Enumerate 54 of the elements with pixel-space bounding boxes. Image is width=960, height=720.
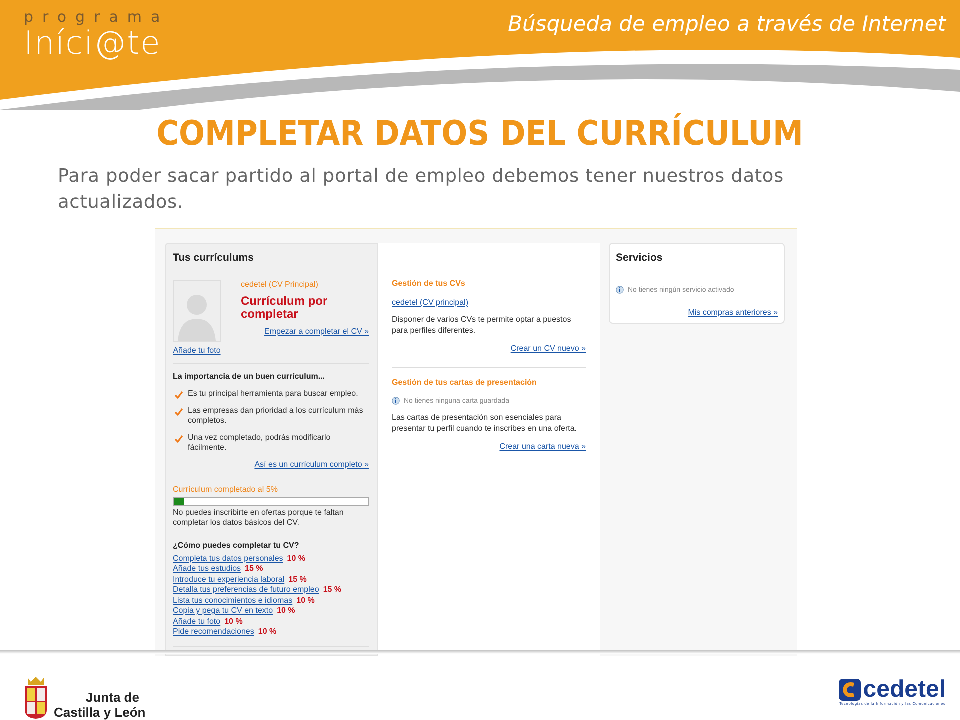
panel-title: Tus currículums <box>173 252 255 264</box>
section-description: Disponer de varios CVs te permite optar a puestos para perfiles diferentes. <box>392 315 572 336</box>
step-link[interactable]: Copia y pega tu CV en texto <box>173 606 274 616</box>
benefit-text: Es tu principal herramienta para buscar empleo. <box>188 389 358 400</box>
benefit-text: Una vez completado, podrás modificarlo fácilmente. <box>188 432 332 454</box>
add-photo-link[interactable]: Añade tu foto <box>173 346 221 355</box>
check-icon <box>175 391 183 399</box>
step-link[interactable]: Añade tu foto <box>173 616 221 627</box>
avatar-placeholder <box>173 280 221 342</box>
step-link[interactable]: Pide recomendaciones <box>173 627 254 638</box>
section-heading: La importancia de un buen currículum... <box>173 372 326 381</box>
section-heading: ¿Cómo puedes completar tu CV? <box>173 540 300 550</box>
step-percent: 10 % <box>224 616 243 627</box>
progress-label: Currículum completado al 5% <box>173 484 279 494</box>
step-percent: 10 % <box>277 606 296 616</box>
coat-of-arms-icon <box>22 676 50 720</box>
section-heading: Gestión de tus cartas de presentación <box>392 378 538 387</box>
section-heading: Gestión de tus CVs <box>392 279 466 288</box>
cv-status: Currículum por completar <box>241 295 329 321</box>
step-percent: 10 % <box>258 627 277 638</box>
check-icon <box>175 434 183 442</box>
cedetel-logo-icon <box>839 679 862 701</box>
cedetel-wordmark: cedetel <box>863 678 946 702</box>
step-link[interactable]: Lista tus conocimientos e idiomas <box>173 596 293 606</box>
step-percent: 10 % <box>296 596 315 606</box>
progress-note: No puedes inscribirte en ofertas porque te faltan completar los datos básicos del CV. <box>173 508 345 528</box>
create-link[interactable]: Crear un CV nuevo » <box>510 344 586 353</box>
step-link[interactable]: Completa tus datos personales <box>173 554 284 564</box>
info-icon <box>392 397 400 405</box>
logo-wordmark: Iníci@te <box>24 26 162 62</box>
start-cv-link[interactable]: Empezar a completar el CV » <box>264 327 369 336</box>
step-link[interactable]: Añade tus estudios <box>173 564 242 574</box>
cv-name: cedetel (CV Principal) <box>241 280 320 289</box>
purchases-link[interactable]: Mis compras anteriores » <box>688 308 778 317</box>
info-icon <box>616 286 624 294</box>
panel-title: Servicios <box>616 252 664 264</box>
create-link[interactable]: Crear una carta nueva » <box>500 442 586 451</box>
logo-tagline: programa <box>24 8 170 26</box>
footer-logo-text: Junta de <box>85 690 140 705</box>
step-percent: 15 % <box>288 574 307 585</box>
footer-logo-text: Castilla y León <box>54 705 146 720</box>
cv-link[interactable]: cedetel (CV principal) <box>392 298 468 307</box>
check-icon <box>175 408 183 416</box>
intro-paragraph: Para poder sacar partido al portal de empleo debemos tener nuestros datos actualizados. <box>58 165 785 215</box>
step-link[interactable]: Introduce tu experiencia laboral <box>173 574 285 585</box>
header-title: Búsqueda de empleo a través de Internet <box>508 11 946 38</box>
example-cv-link[interactable]: Así es un currículum completo » <box>254 460 369 468</box>
step-percent: 15 % <box>323 585 342 596</box>
page-title: COMPLETAR DATOS DEL CURRÍCULUM <box>156 114 804 154</box>
step-link[interactable]: Detalla tus preferencias de futuro empleo <box>173 585 320 596</box>
section-description: Las cartas de presentación son esenciales para presentar tu perfil cuando te inscribes en una oferta. <box>392 413 578 434</box>
benefit-text: Las empresas dan prioridad a los currículum más completos. <box>188 406 364 426</box>
step-percent: 10 % <box>287 554 306 564</box>
step-percent: 15 % <box>245 564 264 574</box>
